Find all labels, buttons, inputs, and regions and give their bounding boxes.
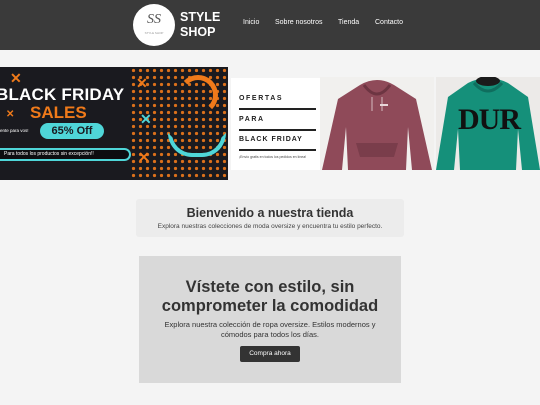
ofertas-banner[interactable]: OFERTAS PARA BLACK FRIDAY ¡Envío gratis …: [231, 78, 320, 170]
logo-monogram: SS: [147, 12, 161, 27]
ofertas-line-1: OFERTAS: [239, 95, 284, 102]
orange-swirl-decoration: [178, 75, 218, 115]
cross-icon: ✕: [140, 111, 152, 127]
maroon-hoodie-illustration: [322, 80, 432, 170]
shop-now-button[interactable]: Compra ahora: [240, 346, 300, 362]
black-friday-strip: Para todos los productos sin excepción!!: [0, 148, 131, 161]
cross-icon: ✕: [6, 109, 15, 120]
ofertas-line-3: BLACK FRIDAY: [239, 136, 303, 143]
divider: [239, 108, 316, 110]
hero-text: Explora nuestra colección de ropa oversi…: [164, 320, 376, 339]
cross-icon: ✕: [136, 75, 148, 91]
black-friday-sales: SALES: [30, 103, 87, 122]
ofertas-line-2: PARA: [239, 116, 265, 123]
black-friday-title: BLACK FRIDAY: [0, 85, 125, 104]
logo[interactable]: SS STYLE SHOP: [133, 4, 175, 46]
site-header: SS STYLE SHOP STYLE SHOP Inicio Sobre no…: [0, 0, 540, 50]
welcome-subtitle: Explora nuestras colecciones de moda ove…: [157, 223, 383, 230]
nav-link-contacto[interactable]: Contacto: [375, 19, 403, 26]
cross-icon: ✕: [138, 149, 150, 165]
nav-link-tienda[interactable]: Tienda: [338, 19, 359, 26]
brand-name[interactable]: STYLE SHOP: [180, 10, 220, 40]
brand-line-2: SHOP: [180, 25, 216, 39]
brand-line-1: STYLE: [180, 10, 221, 24]
welcome-title: Bienvenido a nuestra tienda: [186, 206, 354, 220]
discount-badge: 65% Off: [40, 123, 104, 139]
product-image-maroon-hoodie[interactable]: [320, 77, 434, 170]
black-friday-banner[interactable]: BLACK FRIDAY SALES ente para vos! 65% Of…: [0, 67, 228, 180]
logo-tagline: STYLE SHOP: [144, 31, 164, 35]
hoodie-print-text: DUR: [458, 103, 521, 136]
product-image-green-hoodie[interactable]: DUR: [436, 77, 540, 170]
hero-section: Vístete con estilo, sin comprometer la c…: [139, 256, 401, 383]
cross-icon: ✕: [10, 70, 22, 86]
divider: [239, 129, 316, 131]
divider: [239, 149, 316, 151]
nav-link-inicio[interactable]: Inicio: [243, 19, 259, 26]
nav-link-sobre-nosotros[interactable]: Sobre nosotros: [275, 19, 322, 26]
ofertas-small-print: ¡Envío gratis en todos los pedidos en lí…: [239, 155, 307, 159]
hero-title: Vístete con estilo, sin comprometer la c…: [161, 278, 379, 315]
welcome-section: Bienvenido a nuestra tienda: [136, 199, 404, 237]
black-friday-small-text: ente para vos!: [0, 128, 29, 133]
